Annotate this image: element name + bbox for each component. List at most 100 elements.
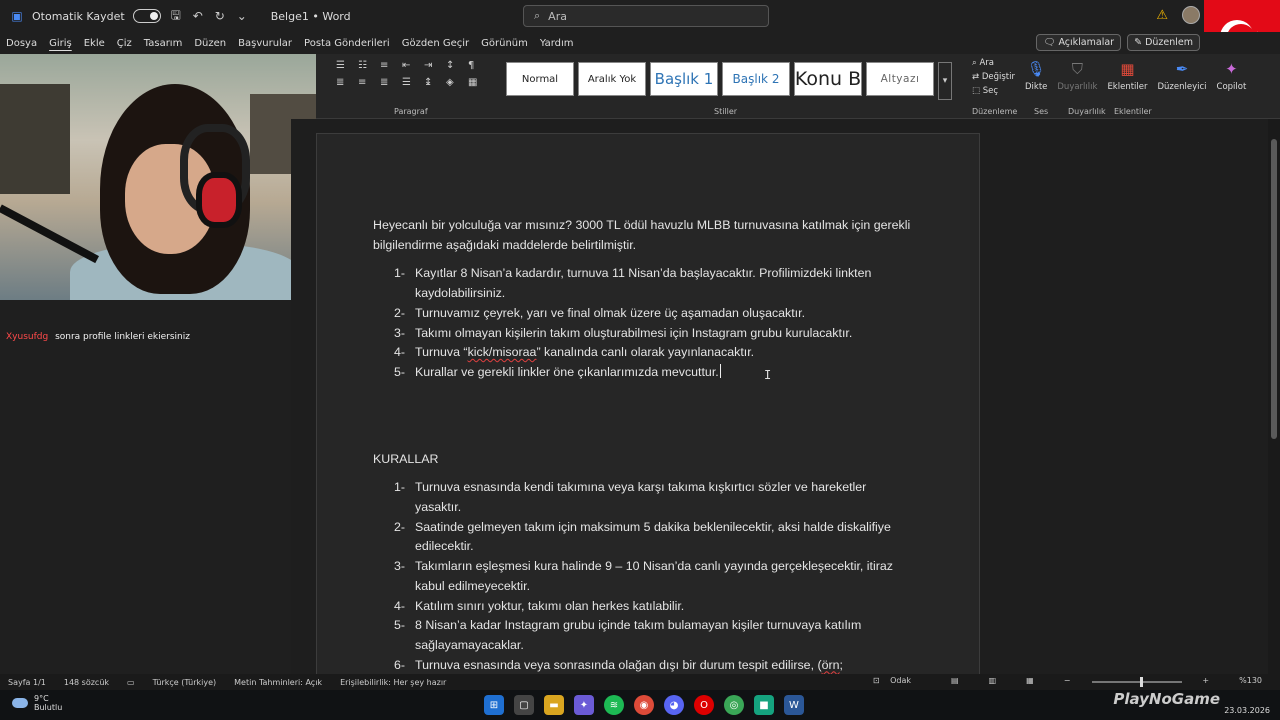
- justify-icon[interactable]: ☰: [402, 77, 420, 88]
- bullets-icon[interactable]: ☰: [336, 60, 354, 71]
- word-count[interactable]: 148 sözcük: [64, 678, 109, 687]
- misspelled-word[interactable]: örn: [822, 658, 840, 672]
- replace-button[interactable]: ⇄ Değiştir: [972, 72, 1015, 82]
- read-mode-icon[interactable]: ▤: [951, 676, 959, 685]
- dictate-button[interactable]: 🎙 Dikte: [1025, 58, 1047, 96]
- spellcheck-icon[interactable]: ▭: [127, 678, 135, 687]
- zoom-in-icon[interactable]: +: [1202, 676, 1209, 685]
- tab-tasarim[interactable]: Tasarım: [138, 38, 189, 49]
- align-center-icon[interactable]: ≡: [358, 77, 376, 88]
- list-item[interactable]: 6- Turnuva esnasında veya sonrasında olağ…: [373, 656, 913, 676]
- tab-dosya[interactable]: Dosya: [0, 38, 43, 49]
- text-predictions-status[interactable]: Metin Tahminleri: Açık: [234, 678, 322, 687]
- tab-basvurular[interactable]: Başvurular: [232, 38, 298, 49]
- tab-gorunum[interactable]: Görünüm: [475, 38, 534, 49]
- editor-button[interactable]: ✒ Düzenleyici: [1158, 58, 1207, 96]
- file-explorer-icon[interactable]: ▬: [544, 695, 564, 715]
- document-body[interactable]: Heyecanlı bir yolculuğa var mısınız? 300…: [373, 216, 913, 675]
- redo-icon[interactable]: ↻: [213, 9, 227, 23]
- rules-heading[interactable]: KURALLAR: [373, 450, 913, 470]
- list-item[interactable]: 1- Turnuva esnasında kendi takımına veya …: [373, 478, 913, 517]
- system-tray[interactable]: 23.03.2026: [1224, 693, 1270, 717]
- sort-icon[interactable]: ↕: [446, 60, 464, 71]
- line-spacing-icon[interactable]: ↨: [424, 77, 442, 88]
- list-item[interactable]: 2- Turnuvamız çeyrek, yarı ve final olmak…: [373, 304, 913, 324]
- increase-indent-icon[interactable]: ⇥: [424, 60, 442, 71]
- comments-button[interactable]: 🗨 Açıklamalar: [1036, 34, 1122, 51]
- scrollbar-thumb[interactable]: [1271, 139, 1277, 439]
- addins-button[interactable]: ▦ Eklentiler: [1107, 58, 1147, 96]
- list-item[interactable]: 2- Saatinde gelmeyen takım için maksimum …: [373, 518, 913, 557]
- task-view-icon[interactable]: ▢: [514, 695, 534, 715]
- list-item[interactable]: 3- Takımı olmayan kişilerin takım oluştur…: [373, 324, 913, 344]
- search-input[interactable]: ⌕ Ara: [523, 5, 769, 27]
- voice-group-label: Ses: [1034, 107, 1049, 116]
- style-subtitle[interactable]: Altyazı: [866, 62, 934, 96]
- misspelled-word[interactable]: kick/misoraa: [468, 345, 537, 359]
- decrease-indent-icon[interactable]: ⇤: [402, 60, 420, 71]
- page-count[interactable]: Sayfa 1/1: [8, 678, 46, 687]
- align-left-icon[interactable]: ≣: [336, 77, 354, 88]
- chrome-icon[interactable]: ◉: [634, 695, 654, 715]
- tab-ekle[interactable]: Ekle: [78, 38, 111, 49]
- copilot-button[interactable]: ✦ Copilot: [1217, 58, 1247, 96]
- customize-toolbar-icon[interactable]: ⌄: [235, 9, 249, 23]
- avatar[interactable]: [1182, 6, 1200, 24]
- list-item[interactable]: 4- Turnuva “kick/misoraa” kanalında canlı…: [373, 343, 913, 363]
- app-icon[interactable]: ■: [754, 695, 774, 715]
- styles-more-icon[interactable]: ▾: [938, 62, 952, 100]
- editing-mode-button[interactable]: ✎ Düzenlem: [1127, 34, 1200, 51]
- warning-icon[interactable]: ⚠: [1156, 8, 1168, 23]
- style-title[interactable]: Konu B: [794, 62, 862, 96]
- tab-giris[interactable]: Giriş: [43, 38, 78, 49]
- multilevel-list-icon[interactable]: ≡: [380, 60, 398, 71]
- style-no-spacing[interactable]: Aralık Yok: [578, 62, 646, 96]
- pilcrow-icon[interactable]: ¶: [468, 60, 486, 71]
- autosave-toggle[interactable]: [132, 9, 161, 23]
- tab-posta[interactable]: Posta Gönderileri: [298, 38, 396, 49]
- undo-icon[interactable]: ↶: [191, 9, 205, 23]
- discord-icon[interactable]: ◕: [664, 695, 684, 715]
- web-layout-icon[interactable]: ▦: [1026, 676, 1034, 685]
- save-icon[interactable]: 🖫: [169, 8, 183, 23]
- select-button[interactable]: ⬚ Seç: [972, 86, 1015, 96]
- style-heading-2[interactable]: Başlık 2: [722, 62, 790, 96]
- shading-icon[interactable]: ◈: [446, 77, 464, 88]
- align-right-icon[interactable]: ≣: [380, 77, 398, 88]
- copilot-app-icon[interactable]: ✦: [574, 695, 594, 715]
- style-normal[interactable]: Normal: [506, 62, 574, 96]
- sensitivity-button[interactable]: ⛉ Duyarlılık: [1057, 58, 1097, 96]
- tab-gozden-gecir[interactable]: Gözden Geçir: [396, 38, 475, 49]
- spotify-icon[interactable]: ≋: [604, 695, 624, 715]
- weather-widget[interactable]: 9°C Bulutlu: [12, 694, 62, 712]
- tab-ciz[interactable]: Çiz: [111, 38, 138, 49]
- list-number: 1-: [394, 480, 406, 495]
- list-item[interactable]: 3- Takımların eşleşmesi kura halinde 9 – …: [373, 557, 913, 596]
- word-taskbar-icon[interactable]: W: [784, 695, 804, 715]
- numbering-icon[interactable]: ☷: [358, 60, 376, 71]
- chrome-alt-icon[interactable]: ◎: [724, 695, 744, 715]
- opera-icon[interactable]: O: [694, 695, 714, 715]
- find-button[interactable]: ⌕ Ara: [972, 58, 1015, 68]
- zoom-slider[interactable]: [1092, 677, 1183, 687]
- list-number: 5-: [394, 364, 406, 379]
- style-heading-1[interactable]: Başlık 1: [650, 62, 718, 96]
- accessibility-status[interactable]: Erişilebilirlik: Her şey hazır: [340, 678, 446, 687]
- list-item[interactable]: 1- Kayıtlar 8 Nisan’a kadardır, turnuva 1…: [373, 264, 913, 303]
- ribbon-right-groups: ⌕ Ara ⇄ Değiştir ⬚ Seç 🎙 Dikte ⛉ Duyarlı…: [972, 58, 1246, 96]
- list-item[interactable]: 5- 8 Nisan’a kadar Instagram grubu içinde…: [373, 616, 913, 655]
- list-item[interactable]: 4- Katılım sınırı yoktur, takımı olan her…: [373, 597, 913, 617]
- tab-duzen[interactable]: Düzen: [188, 38, 232, 49]
- focus-button[interactable]: ⊡ Odak: [873, 676, 921, 685]
- intro-paragraph[interactable]: Heyecanlı bir yolculuğa var mısınız? 300…: [373, 216, 913, 255]
- print-layout-icon[interactable]: ▥: [989, 676, 997, 685]
- list-item[interactable]: 5- Kurallar ve gerekli linkler öne çıkanl…: [373, 363, 913, 383]
- zoom-level[interactable]: %130: [1239, 676, 1262, 685]
- document-page[interactable]: Heyecanlı bir yolculuğa var mısınız? 300…: [316, 133, 980, 693]
- vertical-scrollbar[interactable]: [1268, 119, 1280, 674]
- start-icon[interactable]: ⊞: [484, 695, 504, 715]
- zoom-out-icon[interactable]: −: [1064, 676, 1071, 685]
- tab-yardim[interactable]: Yardım: [534, 38, 580, 49]
- borders-icon[interactable]: ▦: [468, 77, 486, 88]
- language-status[interactable]: Türkçe (Türkiye): [153, 678, 217, 687]
